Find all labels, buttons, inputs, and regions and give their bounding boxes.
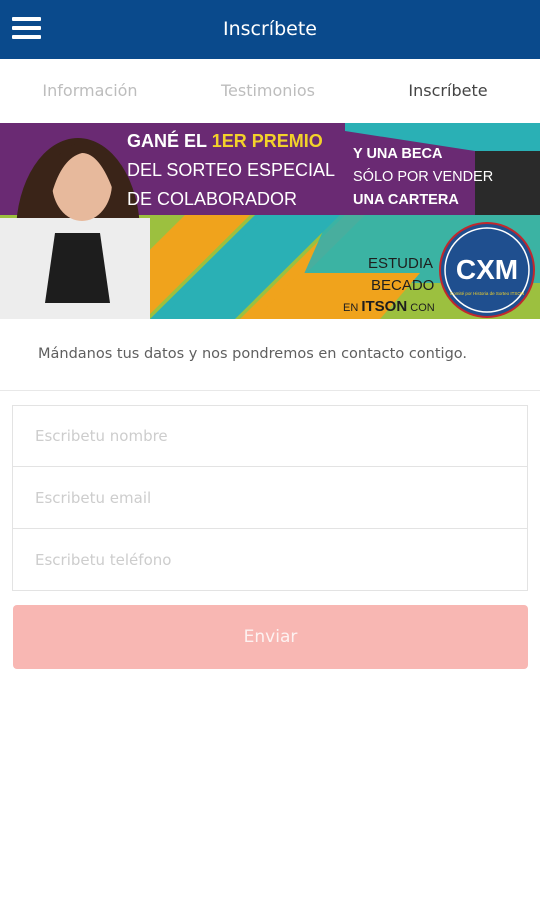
banner-line2: DEL SORTEO ESPECIAL bbox=[127, 160, 335, 180]
app-bar: Inscríbete bbox=[0, 0, 540, 59]
signup-form bbox=[12, 405, 528, 591]
banner-becado: BECADO bbox=[371, 277, 434, 294]
banner-estudia: ESTUDIA bbox=[368, 255, 433, 272]
submit-button[interactable]: Enviar bbox=[13, 605, 528, 669]
name-input[interactable] bbox=[12, 405, 528, 467]
promo-banner: GANÉ EL 1ER PREMIO DEL SORTEO ESPECIAL D… bbox=[0, 123, 540, 319]
tab-informacion[interactable]: Información bbox=[0, 81, 180, 100]
svg-text:Comité por Historia de Sorteo: Comité por Historia de Sorteo ITSON bbox=[450, 291, 524, 296]
email-input[interactable] bbox=[12, 467, 528, 529]
tab-bar: Información Testimonios Inscríbete bbox=[0, 59, 540, 123]
banner-right-line1: Y UNA BECA bbox=[353, 146, 443, 162]
tab-inscribete[interactable]: Inscríbete bbox=[358, 81, 538, 100]
page-title: Inscríbete bbox=[223, 18, 317, 40]
banner-line1: GANÉ EL 1ER PREMIO bbox=[127, 130, 323, 151]
intro-text: Mándanos tus datos y nos pondremos en co… bbox=[38, 346, 467, 362]
cxm-logo: CXM Comité por Historia de Sorteo ITSON bbox=[439, 222, 535, 318]
phone-input[interactable] bbox=[12, 529, 528, 591]
banner-right-line2: SÓLO POR VENDER bbox=[353, 168, 493, 185]
tab-testimonios[interactable]: Testimonios bbox=[178, 81, 358, 100]
banner-line3: DE COLABORADOR bbox=[127, 189, 297, 209]
promo-banner-graphic: GANÉ EL 1ER PREMIO DEL SORTEO ESPECIAL D… bbox=[0, 123, 540, 319]
banner-right-line3: UNA CARTERA bbox=[353, 192, 459, 208]
intro-section: Mándanos tus datos y nos pondremos en co… bbox=[0, 319, 540, 391]
svg-text:CXM: CXM bbox=[456, 254, 518, 285]
